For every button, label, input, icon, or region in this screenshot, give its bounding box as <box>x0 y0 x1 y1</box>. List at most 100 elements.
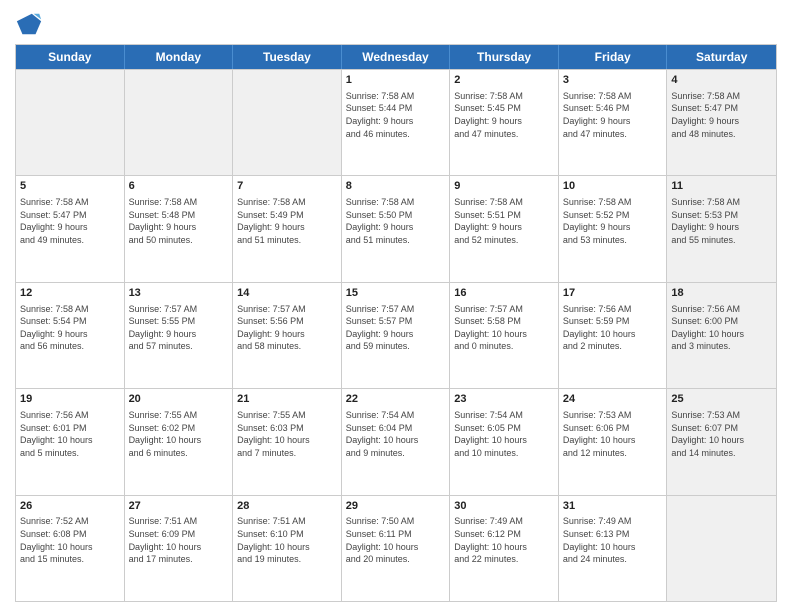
weekday-header: Friday <box>559 45 668 69</box>
cell-info: Sunrise: 7:58 AM Sunset: 5:50 PM Dayligh… <box>346 196 446 246</box>
cell-info: Sunrise: 7:58 AM Sunset: 5:46 PM Dayligh… <box>563 90 663 140</box>
calendar-cell: 27Sunrise: 7:51 AM Sunset: 6:09 PM Dayli… <box>125 496 234 601</box>
calendar-week: 1Sunrise: 7:58 AM Sunset: 5:44 PM Daylig… <box>16 69 776 175</box>
cell-info: Sunrise: 7:52 AM Sunset: 6:08 PM Dayligh… <box>20 515 120 565</box>
cell-info: Sunrise: 7:58 AM Sunset: 5:44 PM Dayligh… <box>346 90 446 140</box>
calendar-cell: 5 Sunrise: 7:58 AM Sunset: 5:47 PM Daylig… <box>16 176 125 281</box>
cell-info: Sunrise: 7:58 AM Sunset: 5:52 PM Dayligh… <box>563 196 663 246</box>
calendar-page: SundayMondayTuesdayWednesdayThursdayFrid… <box>0 0 792 612</box>
day-number: 15 <box>346 286 446 301</box>
day-number: 19 <box>20 392 120 407</box>
day-number: 29 <box>346 499 446 514</box>
weekday-header: Monday <box>125 45 234 69</box>
cell-info: Sunrise: 7:57 AM Sunset: 5:55 PM Dayligh… <box>129 303 229 353</box>
cell-info: Sunrise: 7:58 AM Sunset: 5:47 PM Dayligh… <box>20 196 120 246</box>
logo <box>15 10 47 38</box>
cell-info: Sunrise: 7:58 AM Sunset: 5:47 PM Dayligh… <box>671 90 772 140</box>
cell-info: Sunrise: 7:53 AM Sunset: 6:06 PM Dayligh… <box>563 409 663 459</box>
cell-info: Sunrise: 7:58 AM Sunset: 5:48 PM Dayligh… <box>129 196 229 246</box>
day-number: 30 <box>454 499 554 514</box>
day-number: 26 <box>20 499 120 514</box>
cell-info: Sunrise: 7:58 AM Sunset: 5:49 PM Dayligh… <box>237 196 337 246</box>
cell-info: Sunrise: 7:53 AM Sunset: 6:07 PM Dayligh… <box>671 409 772 459</box>
calendar-cell: 7 Sunrise: 7:58 AM Sunset: 5:49 PM Daylig… <box>233 176 342 281</box>
cell-info: Sunrise: 7:58 AM Sunset: 5:45 PM Dayligh… <box>454 90 554 140</box>
cell-info: Sunrise: 7:55 AM Sunset: 6:03 PM Dayligh… <box>237 409 337 459</box>
cell-info: Sunrise: 7:57 AM Sunset: 5:56 PM Dayligh… <box>237 303 337 353</box>
calendar-cell: 29Sunrise: 7:50 AM Sunset: 6:11 PM Dayli… <box>342 496 451 601</box>
calendar-cell <box>667 496 776 601</box>
day-number: 22 <box>346 392 446 407</box>
calendar-week: 12 Sunrise: 7:58 AM Sunset: 5:54 PM Dayli… <box>16 282 776 388</box>
calendar-cell: 10 Sunrise: 7:58 AM Sunset: 5:52 PM Dayli… <box>559 176 668 281</box>
weekday-header: Sunday <box>16 45 125 69</box>
day-number: 2 <box>454 73 554 88</box>
calendar-body: 1Sunrise: 7:58 AM Sunset: 5:44 PM Daylig… <box>16 69 776 601</box>
logo-icon <box>15 10 43 38</box>
calendar-cell <box>233 70 342 175</box>
day-number: 31 <box>563 499 663 514</box>
calendar-cell: 13 Sunrise: 7:57 AM Sunset: 5:55 PM Dayli… <box>125 283 234 388</box>
calendar-cell: 11Sunrise: 7:58 AM Sunset: 5:53 PM Dayli… <box>667 176 776 281</box>
cell-info: Sunrise: 7:49 AM Sunset: 6:12 PM Dayligh… <box>454 515 554 565</box>
calendar-cell: 18 Sunrise: 7:56 AM Sunset: 6:00 PM Dayli… <box>667 283 776 388</box>
cell-info: Sunrise: 7:56 AM Sunset: 6:01 PM Dayligh… <box>20 409 120 459</box>
day-number: 3 <box>563 73 663 88</box>
day-number: 8 <box>346 179 446 194</box>
cell-info: Sunrise: 7:54 AM Sunset: 6:05 PM Dayligh… <box>454 409 554 459</box>
cell-info: Sunrise: 7:56 AM Sunset: 5:59 PM Dayligh… <box>563 303 663 353</box>
cell-info: Sunrise: 7:57 AM Sunset: 5:58 PM Dayligh… <box>454 303 554 353</box>
day-number: 21 <box>237 392 337 407</box>
calendar-week: 26Sunrise: 7:52 AM Sunset: 6:08 PM Dayli… <box>16 495 776 601</box>
calendar-cell: 8 Sunrise: 7:58 AM Sunset: 5:50 PM Daylig… <box>342 176 451 281</box>
cell-info: Sunrise: 7:49 AM Sunset: 6:13 PM Dayligh… <box>563 515 663 565</box>
calendar-week: 5 Sunrise: 7:58 AM Sunset: 5:47 PM Daylig… <box>16 175 776 281</box>
weekday-header: Thursday <box>450 45 559 69</box>
calendar-cell: 30Sunrise: 7:49 AM Sunset: 6:12 PM Dayli… <box>450 496 559 601</box>
day-number: 27 <box>129 499 229 514</box>
cell-info: Sunrise: 7:58 AM Sunset: 5:53 PM Dayligh… <box>671 196 772 246</box>
calendar-cell: 14 Sunrise: 7:57 AM Sunset: 5:56 PM Dayli… <box>233 283 342 388</box>
cell-info: Sunrise: 7:58 AM Sunset: 5:51 PM Dayligh… <box>454 196 554 246</box>
cell-info: Sunrise: 7:58 AM Sunset: 5:54 PM Dayligh… <box>20 303 120 353</box>
day-number: 23 <box>454 392 554 407</box>
day-number: 14 <box>237 286 337 301</box>
cell-info: Sunrise: 7:51 AM Sunset: 6:09 PM Dayligh… <box>129 515 229 565</box>
day-number: 10 <box>563 179 663 194</box>
day-number: 5 <box>20 179 120 194</box>
day-number: 12 <box>20 286 120 301</box>
page-header <box>15 10 777 38</box>
cell-info: Sunrise: 7:55 AM Sunset: 6:02 PM Dayligh… <box>129 409 229 459</box>
day-number: 7 <box>237 179 337 194</box>
calendar-cell: 12 Sunrise: 7:58 AM Sunset: 5:54 PM Dayli… <box>16 283 125 388</box>
day-number: 6 <box>129 179 229 194</box>
cell-info: Sunrise: 7:56 AM Sunset: 6:00 PM Dayligh… <box>671 303 772 353</box>
day-number: 18 <box>671 286 772 301</box>
day-number: 9 <box>454 179 554 194</box>
day-number: 13 <box>129 286 229 301</box>
calendar-cell: 15 Sunrise: 7:57 AM Sunset: 5:57 PM Dayli… <box>342 283 451 388</box>
weekday-header: Wednesday <box>342 45 451 69</box>
calendar-header-row: SundayMondayTuesdayWednesdayThursdayFrid… <box>16 45 776 69</box>
calendar: SundayMondayTuesdayWednesdayThursdayFrid… <box>15 44 777 602</box>
day-number: 20 <box>129 392 229 407</box>
cell-info: Sunrise: 7:54 AM Sunset: 6:04 PM Dayligh… <box>346 409 446 459</box>
calendar-cell: 16 Sunrise: 7:57 AM Sunset: 5:58 PM Dayli… <box>450 283 559 388</box>
calendar-cell: 1Sunrise: 7:58 AM Sunset: 5:44 PM Daylig… <box>342 70 451 175</box>
calendar-cell: 24 Sunrise: 7:53 AM Sunset: 6:06 PM Dayli… <box>559 389 668 494</box>
calendar-cell: 9 Sunrise: 7:58 AM Sunset: 5:51 PM Daylig… <box>450 176 559 281</box>
day-number: 24 <box>563 392 663 407</box>
day-number: 28 <box>237 499 337 514</box>
calendar-cell: 19 Sunrise: 7:56 AM Sunset: 6:01 PM Dayli… <box>16 389 125 494</box>
day-number: 16 <box>454 286 554 301</box>
calendar-cell <box>16 70 125 175</box>
calendar-cell: 31Sunrise: 7:49 AM Sunset: 6:13 PM Dayli… <box>559 496 668 601</box>
calendar-week: 19 Sunrise: 7:56 AM Sunset: 6:01 PM Dayli… <box>16 388 776 494</box>
cell-info: Sunrise: 7:50 AM Sunset: 6:11 PM Dayligh… <box>346 515 446 565</box>
calendar-cell: 21 Sunrise: 7:55 AM Sunset: 6:03 PM Dayli… <box>233 389 342 494</box>
calendar-cell: 17 Sunrise: 7:56 AM Sunset: 5:59 PM Dayli… <box>559 283 668 388</box>
calendar-cell: 20 Sunrise: 7:55 AM Sunset: 6:02 PM Dayli… <box>125 389 234 494</box>
day-number: 17 <box>563 286 663 301</box>
cell-info: Sunrise: 7:57 AM Sunset: 5:57 PM Dayligh… <box>346 303 446 353</box>
day-number: 25 <box>671 392 772 407</box>
